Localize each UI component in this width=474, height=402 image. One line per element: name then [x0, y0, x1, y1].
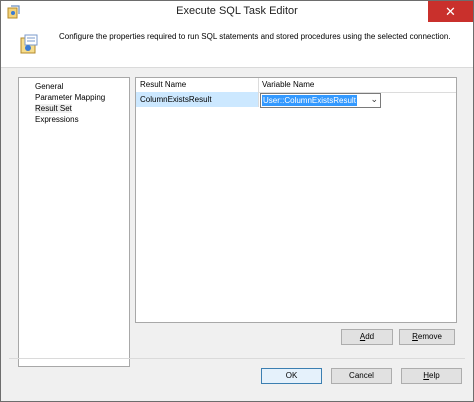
add-button[interactable]: Add [341, 329, 393, 345]
header-panel: Configure the properties required to run… [1, 23, 473, 68]
close-button[interactable]: ✕ [428, 1, 473, 22]
nav-item-general[interactable]: General [35, 82, 63, 91]
cancel-button[interactable]: Cancel [331, 368, 392, 384]
result-name-cell[interactable]: ColumnExistsResult [136, 92, 259, 107]
table-row[interactable]: ColumnExistsResult User::ColumnExistsRes… [136, 92, 456, 108]
add-button-label: dd [365, 332, 375, 341]
nav-item-result-set[interactable]: Result Set [35, 104, 72, 113]
variable-name-dropdown[interactable]: User::ColumnExistsResult ⌄ [260, 93, 381, 108]
header-description: Configure the properties required to run… [59, 32, 451, 41]
nav-item-expressions[interactable]: Expressions [35, 115, 79, 124]
close-icon: ✕ [445, 4, 456, 19]
help-button[interactable]: Help [401, 368, 462, 384]
result-set-grid: Result Name Variable Name ColumnExistsRe… [135, 77, 457, 323]
column-header-result-name[interactable]: Result Name [140, 80, 186, 89]
execute-sql-task-editor-window: Execute SQL Task Editor ✕ Configure the … [0, 0, 474, 402]
column-header-variable-name[interactable]: Variable Name [262, 80, 314, 89]
grid-header: Result Name Variable Name [136, 78, 456, 93]
variable-name-value: User::ColumnExistsResult [262, 95, 357, 106]
window-title: Execute SQL Task Editor [176, 5, 298, 17]
remove-button[interactable]: Remove [399, 329, 455, 345]
task-icon [19, 33, 41, 55]
ok-button[interactable]: OK [261, 368, 322, 384]
remove-button-label: emove [417, 332, 442, 341]
footer-divider [9, 358, 465, 359]
result-name-value: ColumnExistsResult [140, 95, 212, 104]
nav-item-parameter-mapping[interactable]: Parameter Mapping [35, 93, 105, 102]
chevron-down-icon[interactable]: ⌄ [370, 94, 378, 105]
title-bar[interactable]: Execute SQL Task Editor ✕ [1, 1, 473, 24]
property-page-list: General Parameter Mapping Result Set Exp… [18, 77, 130, 367]
column-separator[interactable] [258, 78, 259, 92]
help-button-label: elp [429, 371, 440, 380]
